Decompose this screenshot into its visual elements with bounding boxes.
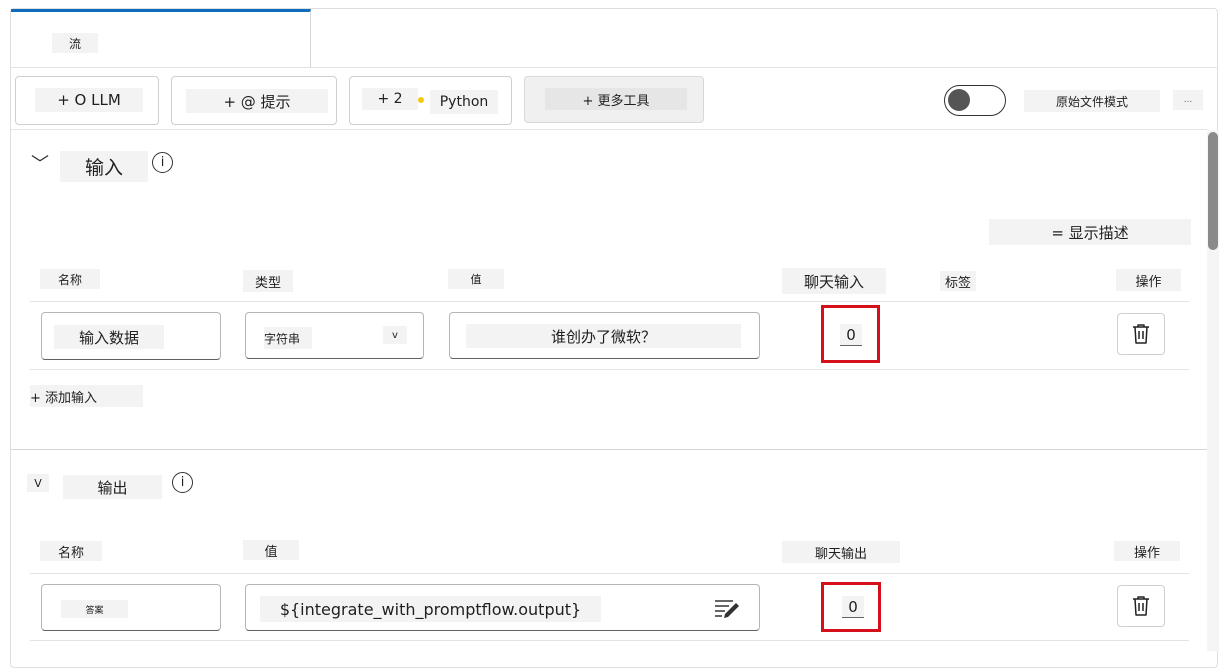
outputs-info-icon[interactable]: i [172,472,193,493]
add-llm-label: + O LLM [35,88,143,112]
out-col-name: 名称 [40,541,102,561]
raw-file-mode-label: 原始文件模式 [1024,90,1160,112]
toggle-knob [948,89,970,111]
add-python-prefix: + 2 [362,88,418,110]
collapse-outputs-icon[interactable]: V [27,474,49,492]
outputs-header-divider [30,573,1189,574]
trash-icon [1133,324,1149,344]
add-input-button[interactable]: + 添加输入 [30,385,143,407]
col-value: 值 [448,269,504,289]
toolbar-divider [11,129,1207,130]
col-type: 类型 [243,270,293,292]
inputs-info-icon[interactable]: i [152,152,173,173]
chat-output-checkbox[interactable]: 0 [842,596,864,618]
add-python-label: Python [430,90,498,114]
col-chat-input: 聊天输入 [782,268,886,294]
out-col-value: 值 [243,540,299,560]
raw-file-mode-toggle[interactable] [944,85,1006,116]
trash-icon [1133,596,1149,616]
delete-output-button[interactable] [1117,585,1165,627]
outputs-title: 输出 [63,475,162,499]
chat-input-checkbox[interactable]: 0 [840,324,862,346]
tab-flow-label: 流 [52,33,98,53]
output-name-value: 答案 [61,600,128,618]
chevron-down-icon: v [383,326,407,344]
inputs-row-divider [30,369,1189,370]
delete-input-button[interactable] [1117,313,1165,355]
out-col-actions: 操作 [1114,541,1180,561]
more-tools-label: + 更多工具 [545,88,687,110]
out-col-chat-output: 聊天输出 [782,541,900,563]
inputs-title: 输入 [60,151,148,182]
outputs-row-divider [30,640,1189,641]
input-value-text: 谁创办了微软？ [466,324,741,348]
input-type-value: 字符串 [264,327,312,349]
inputs-header-divider [30,301,1189,302]
col-name: 名称 [40,269,100,289]
python-icon [418,97,424,103]
output-value-text: ${integrate_with_promptflow.output} [260,596,601,622]
show-description-button[interactable]: = 显示描述 [989,219,1191,245]
scrollbar-thumb[interactable] [1208,132,1218,250]
input-name-value: 输入数据 [54,325,164,349]
more-options-button[interactable]: ... [1173,90,1203,110]
edit-expression-icon[interactable] [712,596,742,620]
collapse-inputs-icon[interactable]: ﹀ [28,151,52,175]
section-divider [11,449,1207,450]
col-actions: 操作 [1116,269,1181,291]
edit-lines-icon [715,600,739,618]
add-prompt-label: + @ 提示 [186,89,328,113]
col-tags: 标签 [940,271,976,291]
